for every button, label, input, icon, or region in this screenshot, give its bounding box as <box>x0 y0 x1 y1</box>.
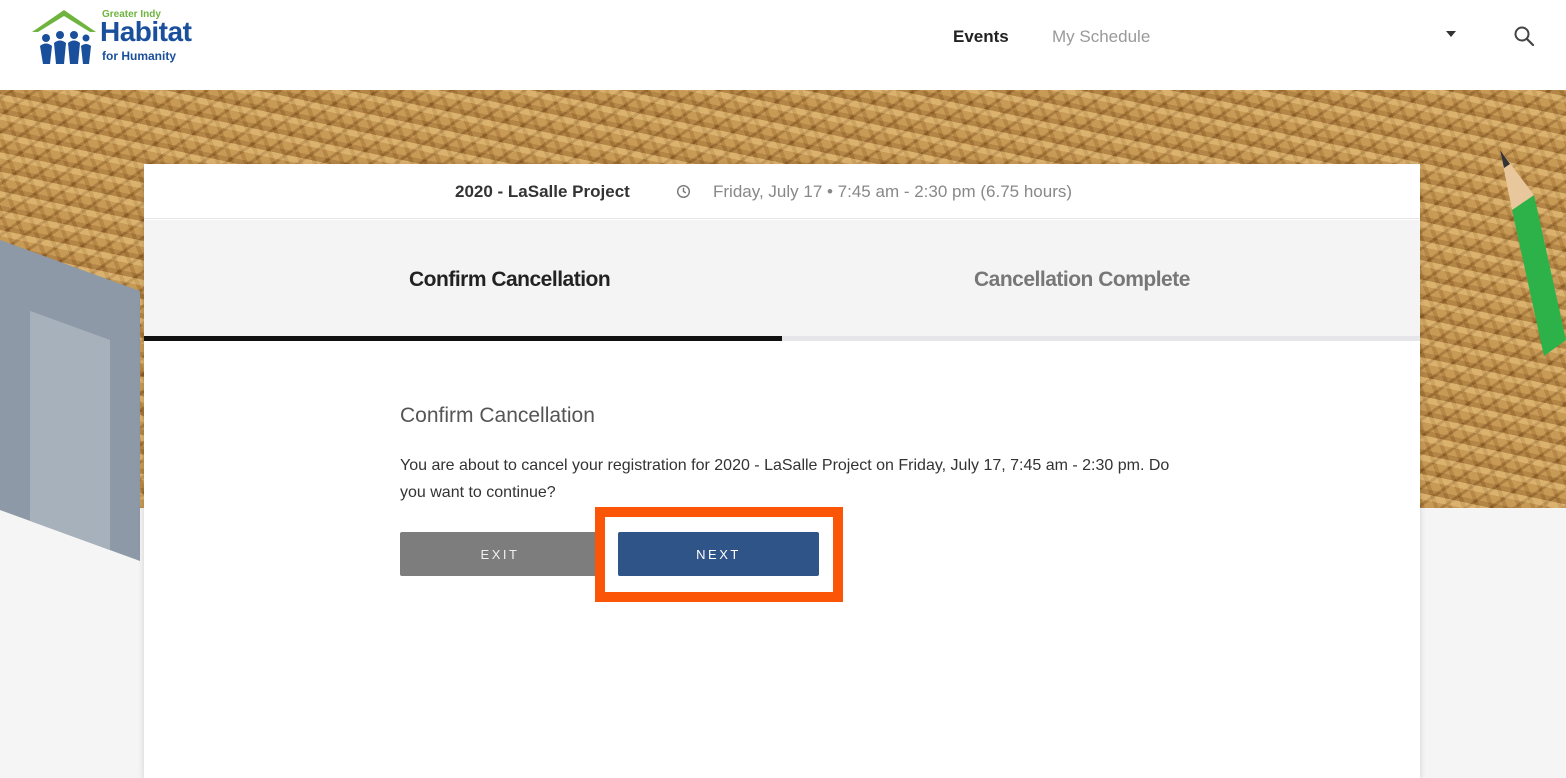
event-time: Friday, July 17 • 7:45 am - 2:30 pm (6.7… <box>713 182 1073 201</box>
event-summary-bar: 2020 - LaSalle Project Friday, July 17 •… <box>144 164 1420 219</box>
step-progress-track <box>144 336 1420 341</box>
top-header: Greater Indy Habitat for Humanity Events… <box>0 0 1566 90</box>
step-progress-fill <box>144 336 782 341</box>
logo-wordmark: Habitat <box>100 16 192 47</box>
step-indicator: Confirm Cancellation Cancellation Comple… <box>144 220 1420 340</box>
exit-button[interactable]: EXIT <box>400 532 600 576</box>
cancellation-card: 2020 - LaSalle Project Friday, July 17 •… <box>144 164 1420 778</box>
step-confirm-cancellation: Confirm Cancellation <box>409 268 611 291</box>
search-icon[interactable] <box>1512 24 1536 48</box>
ruler-decoration <box>0 240 140 561</box>
caret-down-icon[interactable] <box>1446 31 1456 37</box>
habitat-house-icon <box>32 10 96 64</box>
nav-events[interactable]: Events <box>953 27 1009 47</box>
step-cancellation-complete: Cancellation Complete <box>974 268 1190 291</box>
confirm-title: Confirm Cancellation <box>400 404 595 427</box>
clock-icon <box>676 184 691 199</box>
habitat-logo[interactable]: Greater Indy Habitat for Humanity <box>30 6 210 68</box>
confirm-message: You are about to cancel your registratio… <box>400 457 1170 501</box>
event-name: 2020 - LaSalle Project <box>455 182 630 201</box>
next-button[interactable]: NEXT <box>618 532 819 576</box>
logo-subtitle: for Humanity <box>102 49 177 63</box>
nav-my-schedule[interactable]: My Schedule <box>1052 27 1150 47</box>
pencil-decoration <box>1500 150 1566 356</box>
